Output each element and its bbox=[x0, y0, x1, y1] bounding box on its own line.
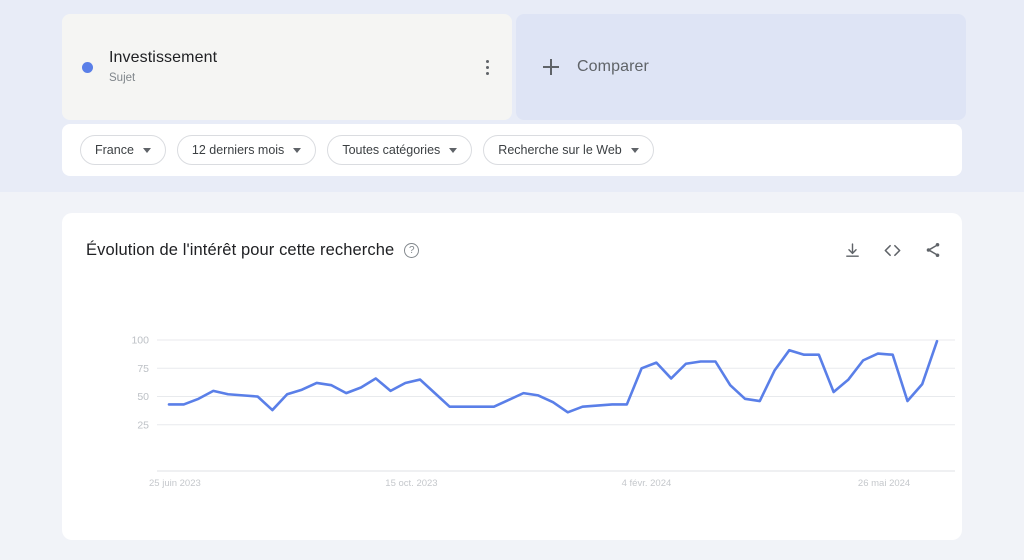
search-term-text: Investissement Sujet bbox=[109, 48, 217, 86]
series-line-investissement[interactable] bbox=[167, 339, 939, 414]
filter-category-label: Toutes catégories bbox=[342, 143, 441, 157]
chevron-down-icon bbox=[630, 147, 639, 153]
help-circle-icon[interactable]: ? bbox=[404, 242, 420, 258]
series-color-dot bbox=[82, 61, 93, 73]
filter-search-type-label: Recherche sur le Web bbox=[498, 143, 622, 157]
y-axis-tick-label: 100 bbox=[131, 335, 149, 347]
filter-location-label: France bbox=[95, 143, 134, 157]
chevron-down-icon bbox=[449, 147, 458, 153]
add-comparison-label: Comparer bbox=[577, 58, 649, 75]
filter-search-type[interactable]: Recherche sur le Web bbox=[483, 135, 654, 165]
filter-time-range-label: 12 derniers mois bbox=[191, 143, 285, 157]
plus-icon bbox=[543, 59, 559, 75]
chart-title-group: Évolution de l'intérêt pour cette recher… bbox=[86, 240, 420, 260]
add-comparison-button[interactable]: Comparer bbox=[516, 14, 966, 120]
chevron-down-icon bbox=[293, 147, 302, 153]
filter-bar: France 12 derniers mois Toutes catégorie… bbox=[62, 124, 962, 176]
x-axis-tick-label: 25 juin 2023 bbox=[149, 478, 201, 489]
share-icon[interactable] bbox=[924, 241, 942, 259]
search-terms-row: Investissement Sujet Comparer bbox=[62, 14, 966, 120]
search-term-title: Investissement bbox=[109, 49, 218, 66]
interest-over-time-plot: 25 50 75 100 25 juin 2023 15 oct. 2023 4 févr.… bbox=[62, 301, 962, 516]
x-axis-tick-label: 15 oct. 2023 bbox=[385, 478, 437, 489]
kebab-menu-icon[interactable] bbox=[478, 56, 496, 78]
y-axis-tick-label: 50 bbox=[137, 391, 149, 403]
x-axis-tick-label: 4 févr. 2024 bbox=[622, 478, 672, 489]
y-axis-tick-label: 75 bbox=[137, 363, 149, 375]
x-axis-tick-label: 26 mai 2024 bbox=[858, 478, 910, 489]
search-term-subtitle: Sujet bbox=[109, 72, 136, 84]
filter-location[interactable]: France bbox=[80, 135, 166, 165]
chart-header: Évolution de l'intérêt pour cette recher… bbox=[86, 233, 942, 267]
interest-over-time-card: Évolution de l'intérêt pour cette recher… bbox=[62, 213, 962, 540]
filter-category[interactable]: Toutes catégories bbox=[327, 135, 473, 165]
chevron-down-icon bbox=[142, 147, 151, 153]
search-term-card[interactable]: Investissement Sujet bbox=[62, 14, 512, 120]
embed-code-icon[interactable] bbox=[883, 241, 902, 260]
y-axis-tick-label: 25 bbox=[137, 419, 149, 431]
chart-actions bbox=[844, 241, 942, 260]
filter-time-range[interactable]: 12 derniers mois bbox=[176, 135, 317, 165]
chart-svg: 25 50 75 100 25 juin 2023 15 oct. 2023 4 févr.… bbox=[131, 335, 955, 489]
page-root: Investissement Sujet Comparer France 12 … bbox=[0, 0, 1024, 560]
chart-title: Évolution de l'intérêt pour cette recher… bbox=[86, 240, 395, 259]
download-icon[interactable] bbox=[844, 242, 861, 259]
